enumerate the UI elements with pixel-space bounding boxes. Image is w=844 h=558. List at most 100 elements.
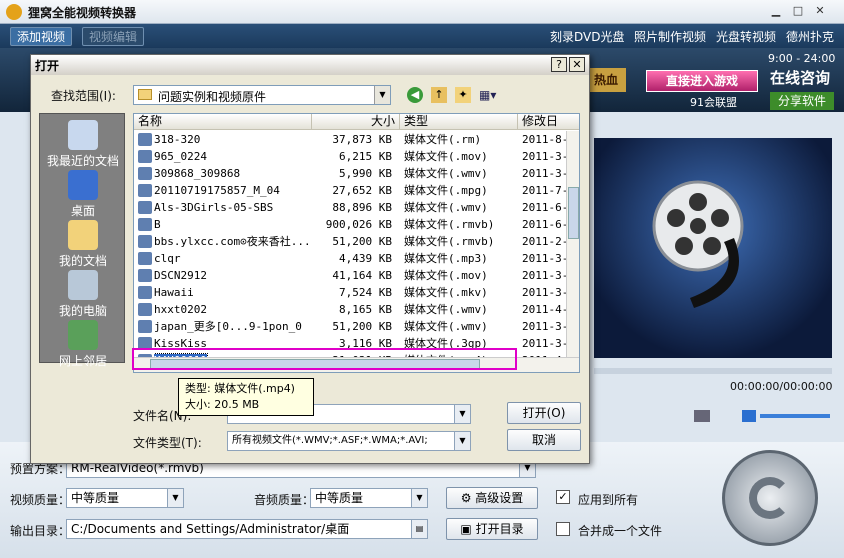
progress-track[interactable]	[594, 368, 832, 374]
cancel-button[interactable]: 取消	[507, 429, 581, 451]
media-file-icon	[138, 320, 152, 333]
play-game-button[interactable]: 直接进入游戏	[646, 70, 758, 92]
file-row[interactable]: bbs.ylxcc.com⊙夜来香社... 51,200 KB 媒体文件(.rmvb…	[134, 233, 579, 250]
close-icon[interactable]: ✕	[569, 57, 585, 72]
column-size[interactable]: 大小	[312, 114, 400, 130]
nav-burn-dvd[interactable]: 刻录DVD光盘	[550, 28, 624, 45]
chevron-down-icon[interactable]: ▼	[374, 86, 390, 104]
column-modified[interactable]: 修改日	[518, 114, 579, 130]
apply-all-checkbox[interactable]: ✓	[556, 490, 570, 504]
new-folder-icon[interactable]: ✦	[455, 87, 471, 103]
convert-button[interactable]	[722, 450, 818, 546]
file-type: 媒体文件(.mpg)	[404, 184, 488, 197]
audio-quality-select[interactable]: 中等质量 ▼	[310, 488, 428, 508]
back-icon[interactable]: ◀	[407, 87, 423, 103]
minimize-icon[interactable]: ▁	[768, 4, 784, 19]
file-row[interactable]: B 900,026 KB 媒体文件(.rmvb) 2011-6-	[134, 216, 579, 233]
file-type: 媒体文件(.mkv)	[404, 286, 488, 299]
look-in-select[interactable]: 问题实例和视频原件 ▼	[133, 85, 391, 105]
file-row[interactable]: 20110719175857_M_04 27,652 KB 媒体文件(.mpg) 20…	[134, 182, 579, 199]
maximize-icon[interactable]: □	[790, 4, 806, 19]
file-list[interactable]: 名称 大小 类型 修改日 318-320 37,873 KB 媒体文件(.rm) 20…	[133, 113, 580, 373]
refresh-icon	[749, 477, 791, 519]
dialog-title-bar: 打开 ? ✕	[31, 55, 589, 75]
file-type: 媒体文件(.mov)	[404, 269, 488, 282]
place-my-computer[interactable]: 我的电脑	[40, 270, 126, 319]
volume-slider[interactable]	[760, 414, 830, 418]
place-recent[interactable]: 我最近的文档	[40, 120, 126, 169]
column-type[interactable]: 类型	[400, 114, 518, 130]
network-icon	[68, 320, 98, 350]
dialog-title: 打开	[35, 59, 60, 73]
nav-poker[interactable]: 德州扑克	[786, 28, 834, 45]
open-button[interactable]: 打开(O)	[507, 402, 581, 424]
time-display: 00:00:00/00:00:00	[730, 380, 833, 393]
filetype-select[interactable]: 所有视频文件(*.WMV;*.ASF;*.WMA;*.AVI; ▼	[227, 431, 471, 451]
file-tooltip: 类型: 媒体文件(.mp4) 大小: 20.5 MB	[178, 378, 314, 416]
share-button[interactable]: 分享软件	[770, 92, 834, 110]
file-type: 媒体文件(.mp3)	[404, 252, 488, 265]
file-size: 37,873 KB	[332, 133, 392, 146]
union-link[interactable]: 91会联盟	[690, 94, 737, 110]
column-name[interactable]: 名称	[134, 114, 312, 130]
file-row[interactable]: Als-3DGirls-05-SBS 88,896 KB 媒体文件(.wmv) 201…	[134, 199, 579, 216]
file-row[interactable]: 965_0224 6,215 KB 媒体文件(.mov) 2011-3-	[134, 148, 579, 165]
audio-quality-label: 音频质量：	[254, 493, 315, 507]
add-video-button[interactable]: 添加视频	[10, 27, 73, 46]
file-name: 20110719175857_M_04	[154, 184, 280, 197]
my-computer-icon	[68, 270, 98, 300]
file-size: 4,439 KB	[339, 252, 392, 265]
file-name: B	[154, 218, 161, 231]
file-type: 媒体文件(.rmvb)	[404, 235, 495, 248]
file-name: clqr	[154, 252, 181, 265]
filetype-label: 文件类型(T):	[133, 436, 202, 450]
volume-icon[interactable]	[742, 410, 756, 422]
folder-icon[interactable]: ▤	[411, 520, 427, 538]
file-size: 27,652 KB	[332, 184, 392, 197]
scroll-thumb[interactable]	[568, 187, 579, 239]
file-type: 媒体文件(.rmvb)	[404, 218, 495, 231]
place-desktop[interactable]: 桌面	[40, 170, 126, 219]
video-preview	[594, 138, 832, 358]
file-row[interactable]: clqr 4,439 KB 媒体文件(.mp3) 2011-3-	[134, 250, 579, 267]
merge-checkbox[interactable]	[556, 522, 570, 536]
folder-icon	[138, 89, 152, 100]
chevron-down-icon: ▼	[454, 432, 470, 450]
file-type: 媒体文件(.wmv)	[404, 201, 488, 214]
open-directory-button[interactable]: ▣ 打开目录	[446, 518, 538, 540]
banner-partial-label: 热血	[586, 68, 626, 92]
media-file-icon	[138, 269, 152, 282]
camera-icon[interactable]	[694, 410, 710, 422]
file-row[interactable]: DSCN2912 41,164 KB 媒体文件(.mov) 2011-3-	[134, 267, 579, 284]
place-my-documents[interactable]: 我的文档	[40, 220, 126, 269]
file-row[interactable]: Hawaii 7,524 KB 媒体文件(.mkv) 2011-3-	[134, 284, 579, 301]
merge-label: 合并成一个文件	[578, 524, 663, 538]
file-size: 5,990 KB	[339, 167, 392, 180]
output-label: 输出目录：	[10, 524, 71, 538]
file-name: DSCN2912	[154, 269, 207, 282]
output-path-field[interactable]: C:/Documents and Settings/Administrator/…	[66, 519, 428, 539]
help-icon[interactable]: ?	[551, 57, 567, 72]
file-row[interactable]: 318-320 37,873 KB 媒体文件(.rm) 2011-8-	[134, 131, 579, 148]
edit-video-button[interactable]: 视频编辑	[82, 27, 145, 46]
advanced-settings-button[interactable]: ⚙ 高级设置	[446, 487, 538, 509]
apply-all-label: 应用到所有	[578, 493, 639, 507]
video-quality-select[interactable]: 中等质量 ▼	[66, 488, 184, 508]
file-type: 媒体文件(.wmv)	[404, 167, 488, 180]
file-size: 51,200 KB	[332, 235, 392, 248]
vertical-scrollbar[interactable]	[566, 131, 579, 357]
up-folder-icon[interactable]: ↑	[431, 87, 447, 103]
place-network[interactable]: 网上邻居	[40, 320, 126, 369]
media-file-icon	[138, 150, 152, 163]
online-consult-link[interactable]: 在线咨询	[770, 67, 830, 88]
file-row[interactable]: hxxt0202 8,165 KB 媒体文件(.wmv) 2011-4-	[134, 301, 579, 318]
close-icon[interactable]: ✕	[812, 4, 828, 19]
nav-disc-to-video[interactable]: 光盘转视频	[716, 28, 776, 45]
nav-photo-video[interactable]: 照片制作视频	[634, 28, 706, 45]
view-menu-icon[interactable]: ▦▾	[479, 87, 501, 103]
file-row[interactable]: 309868_309868 5,990 KB 媒体文件(.wmv) 2011-3-	[134, 165, 579, 182]
selection-highlight-box	[132, 348, 517, 370]
file-row[interactable]: japan_更多[0...9-1pon_0 51,200 KB 媒体文件(.wmv)…	[134, 318, 579, 335]
folder-icon: ▣	[460, 522, 476, 536]
file-size: 88,896 KB	[332, 201, 392, 214]
